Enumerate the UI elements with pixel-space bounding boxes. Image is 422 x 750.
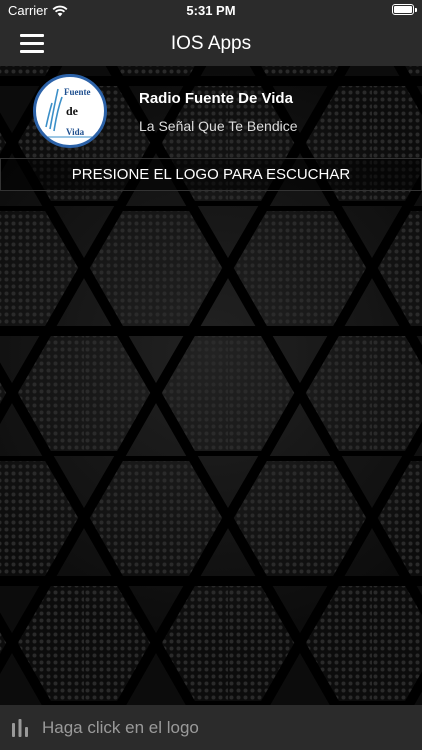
press-logo-instruction[interactable]: PRESIONE EL LOGO PARA ESCUCHAR [0,158,422,191]
player-bar: Haga click en el logo [0,705,422,750]
station-logo-button[interactable]: Fuente de Vida [33,74,107,148]
hamburger-menu-button[interactable] [20,34,44,54]
status-bar: Carrier 5:31 PM [0,0,422,22]
page-title: IOS Apps [170,33,252,54]
player-status-text: Haga click en el logo [42,718,199,737]
clock: 5:31 PM [186,3,236,18]
station-name: Radio Fuente De Vida [139,90,293,107]
main-content: Fuente de Vida Radio Fuente De Vida La S… [0,66,422,705]
station-slogan: La Señal Que Te Bendice [139,118,298,134]
press-logo-text: PRESIONE EL LOGO PARA ESCUCHAR [71,166,351,183]
logo-word-middle: de [66,104,79,118]
logo-word-top: Fuente [64,87,91,97]
equalizer-bars-icon [12,719,28,737]
battery-icon [392,4,417,15]
station-logo-image: Fuente de Vida [44,87,92,138]
logo-word-bottom: Vida [66,127,85,137]
navigation-bar: IOS Apps [0,22,422,66]
